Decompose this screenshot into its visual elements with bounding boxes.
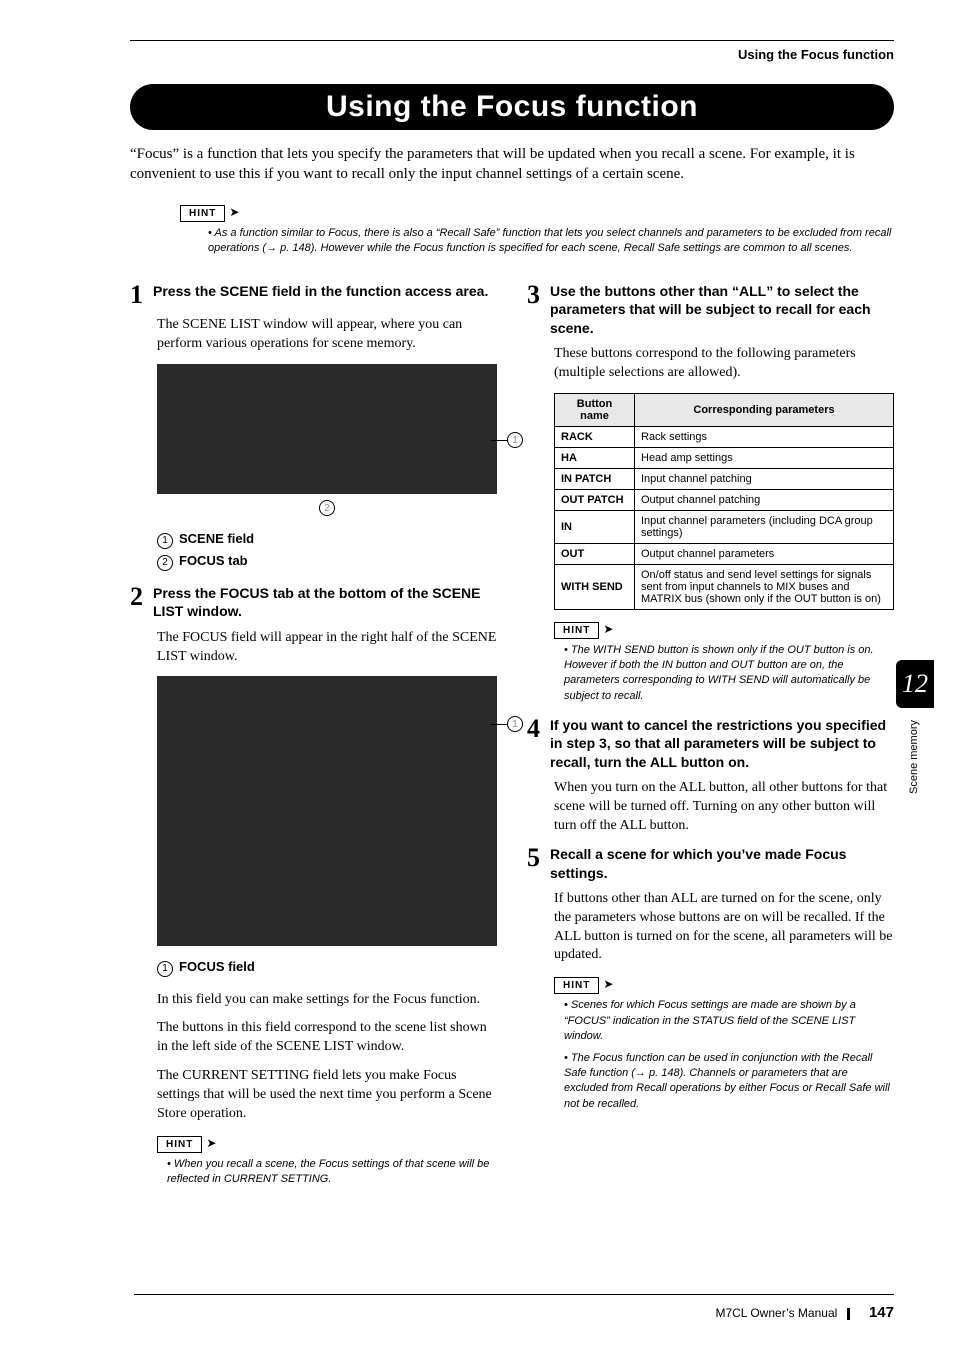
callout-1-icon: 1: [507, 716, 523, 732]
page-number: 147: [869, 1304, 894, 1321]
callout-2-icon: 2: [319, 500, 335, 516]
manual-name: M7CL Owner’s Manual: [715, 1306, 837, 1320]
hint-step2: HINT ➤ • When you recall a scene, the Foc…: [157, 1134, 497, 1188]
hint-arrow-icon: ➤: [603, 622, 613, 637]
step-number: 1: [130, 282, 143, 308]
left-column: 1 Press the SCENE field in the function …: [130, 282, 497, 1199]
hint-top: HINT ➤ • As a function similar to Focus, …: [180, 203, 894, 257]
hint-bullet: • The WITH SEND button is shown only if …: [564, 643, 894, 705]
step-heading: Press the FOCUS tab at the bottom of the…: [153, 584, 497, 620]
step-heading: Press the SCENE field in the function ac…: [153, 282, 488, 308]
para: In this field you can make settings for …: [157, 991, 497, 1010]
step-body: These buttons correspond to the followin…: [554, 345, 894, 383]
step-body: If buttons other than ALL are turned on …: [554, 890, 894, 966]
step-4: 4 If you want to cancel the restrictions…: [527, 716, 894, 771]
step-number: 2: [130, 584, 143, 620]
step-body: The FOCUS field will appear in the right…: [157, 629, 497, 667]
table-header: Corresponding parameters: [635, 393, 894, 426]
callout-legend: 1 SCENE field 2 FOCUS tab: [157, 528, 497, 572]
hint-bullet: • Scenes for which Focus settings are ma…: [564, 998, 894, 1044]
callout-legend-2: 1 FOCUS field: [157, 956, 497, 978]
step-5: 5 Recall a scene for which you’ve made F…: [527, 845, 894, 881]
step-number: 3: [527, 282, 540, 337]
circled-1b-icon: 1: [157, 961, 173, 977]
step-1: 1 Press the SCENE field in the function …: [130, 282, 497, 308]
hint-bullet: • When you recall a scene, the Focus set…: [167, 1157, 497, 1188]
right-column: 3 Use the buttons other than “ALL” to se…: [527, 282, 894, 1199]
intro-text: “Focus” is a function that lets you spec…: [130, 144, 894, 185]
table-header: Button name: [555, 393, 635, 426]
step-body: The SCENE LIST window will appear, where…: [157, 316, 497, 354]
page-title: Using the Focus function: [130, 84, 894, 130]
page-footer: M7CL Owner’s Manual 147: [715, 1304, 894, 1321]
table-row: INInput channel parameters (including DC…: [555, 510, 894, 543]
table-row: IN PATCHInput channel patching: [555, 468, 894, 489]
hint-step5: HINT ➤ • Scenes for which Focus settings …: [554, 975, 894, 1112]
step-number: 5: [527, 845, 540, 881]
hint-label: HINT: [180, 205, 225, 222]
step-3: 3 Use the buttons other than “ALL” to se…: [527, 282, 894, 337]
hint-arrow-icon: ➤: [603, 977, 613, 992]
step-heading: If you want to cancel the restrictions y…: [550, 716, 894, 771]
callout-label: FOCUS field: [179, 959, 255, 974]
table-row: WITH SENDOn/off status and send level se…: [555, 564, 894, 609]
hint-arrow-icon: ➤: [229, 205, 239, 220]
callout-label: SCENE field: [179, 531, 254, 546]
figure-scene-list-top: 1 2: [157, 364, 497, 494]
running-header: Using the Focus function: [130, 40, 894, 62]
hint-arrow-icon: ➤: [206, 1136, 216, 1151]
callout-label: FOCUS tab: [179, 553, 248, 568]
para: The CURRENT SETTING field lets you make …: [157, 1067, 497, 1124]
table-row: HAHead amp settings: [555, 447, 894, 468]
step-2: 2 Press the FOCUS tab at the bottom of t…: [130, 584, 497, 620]
table-row: OUT PATCHOutput channel patching: [555, 489, 894, 510]
hint-step3: HINT ➤ • The WITH SEND button is shown on…: [554, 620, 894, 705]
chapter-number: 12: [896, 660, 934, 708]
step-heading: Recall a scene for which you’ve made Foc…: [550, 845, 894, 881]
parameter-table: Button name Corresponding parameters RAC…: [554, 393, 894, 610]
circled-1-icon: 1: [157, 533, 173, 549]
footer-divider-icon: [847, 1308, 850, 1320]
hint-label: HINT: [554, 977, 599, 994]
hint-bullet: • As a function similar to Focus, there …: [208, 226, 894, 257]
circled-2-icon: 2: [157, 555, 173, 571]
callout-1-icon: 1: [507, 432, 523, 448]
hint-label: HINT: [157, 1136, 202, 1153]
table-row: OUTOutput channel parameters: [555, 543, 894, 564]
step-number: 4: [527, 716, 540, 771]
hint-bullet: • The Focus function can be used in conj…: [564, 1051, 894, 1113]
table-row: RACKRack settings: [555, 426, 894, 447]
step-body: When you turn on the ALL button, all oth…: [554, 779, 894, 836]
chapter-label: Scene memory: [908, 720, 920, 794]
para: The buttons in this field correspond to …: [157, 1019, 497, 1057]
hint-label: HINT: [554, 622, 599, 639]
figure-scene-list-window: 1: [157, 676, 497, 946]
step-heading: Use the buttons other than “ALL” to sele…: [550, 282, 894, 337]
chapter-side-tab: 12 Scene memory: [896, 660, 934, 780]
